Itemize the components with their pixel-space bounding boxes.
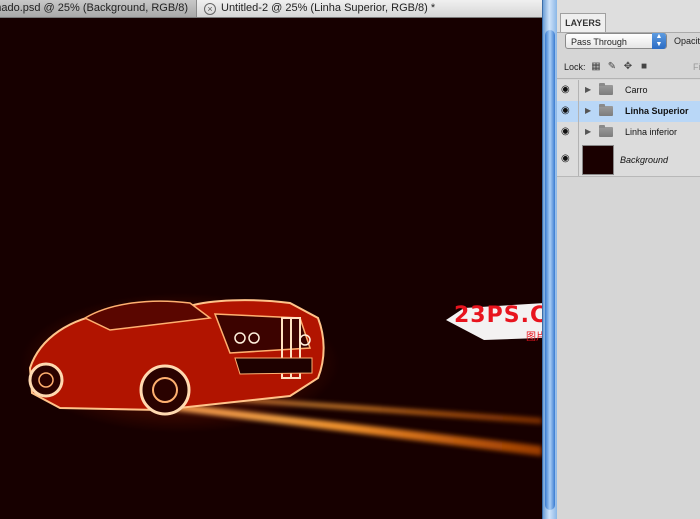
document-tab-1[interactable]: asinado.psd @ 25% (Background, RGB/8) [0, 0, 197, 17]
vertical-scrollbar[interactable] [542, 0, 558, 519]
car-artwork [20, 293, 542, 456]
lock-label: Lock: [564, 62, 586, 72]
chevron-updown-icon: ▲ ▼ [652, 33, 666, 49]
folder-icon [599, 104, 613, 116]
layer-thumbnail [582, 145, 614, 175]
close-icon[interactable]: × [204, 3, 216, 15]
folder-icon [599, 83, 613, 95]
lock-brush-icon[interactable]: ✎ [607, 62, 617, 72]
layers-panel: LAYERS Pass Through ▲ ▼ Opacit Lock: ▦ ✎ … [557, 0, 700, 519]
layer-name: Background [620, 155, 669, 165]
panel-header: LAYERS [557, 0, 700, 33]
layer-row-background[interactable]: ◉ Background [557, 143, 700, 177]
scrollbar-thumb[interactable] [545, 30, 555, 510]
blend-row: Pass Through ▲ ▼ Opacit [557, 32, 700, 54]
eye-icon[interactable]: ◉ [561, 127, 575, 137]
eye-icon[interactable]: ◉ [561, 106, 575, 116]
blend-mode-select[interactable]: Pass Through ▲ ▼ [565, 33, 667, 49]
opacity-label: Opacit [674, 36, 700, 46]
lock-transparent-icon[interactable]: ▦ [591, 62, 601, 72]
expand-triangle-icon[interactable]: ▶ [585, 127, 591, 136]
layer-name: Linha Superior [625, 106, 689, 116]
document-tab-bar: asinado.psd @ 25% (Background, RGB/8) × … [0, 0, 542, 18]
front-wheel [28, 362, 64, 398]
expand-triangle-icon[interactable]: ▶ [585, 106, 591, 115]
layer-row-linha-superior[interactable]: ◉ ▶ Linha Superior [557, 101, 700, 123]
rear-wheel [139, 364, 191, 416]
blend-mode-value: Pass Through [571, 37, 627, 47]
lock-move-icon[interactable]: ✥ [623, 62, 633, 72]
tab-2-label: Untitled-2 @ 25% (Linha Superior, RGB/8)… [221, 2, 436, 14]
document-tab-2[interactable]: × Untitled-2 @ 25% (Linha Superior, RGB/… [197, 0, 542, 17]
expand-triangle-icon[interactable]: ▶ [585, 85, 591, 94]
eye-icon[interactable]: ◉ [561, 154, 575, 164]
lock-all-icon[interactable]: ■ [639, 62, 649, 72]
layer-name: Linha inferior [625, 127, 678, 137]
layer-row-linha-inferior[interactable]: ◉ ▶ Linha inferior [557, 122, 700, 144]
fill-label: Fi [693, 62, 700, 72]
folder-icon [599, 125, 613, 137]
tab-1-label: asinado.psd @ 25% (Background, RGB/8) [0, 2, 188, 14]
layer-name: Carro [625, 85, 648, 95]
document-canvas[interactable] [0, 18, 542, 519]
layer-row-carro[interactable]: ◉ ▶ Carro [557, 80, 700, 102]
eye-icon[interactable]: ◉ [561, 85, 575, 95]
layers-tab[interactable]: LAYERS [560, 13, 606, 32]
lock-row: Lock: ▦ ✎ ✥ ■ Fi [557, 56, 700, 79]
